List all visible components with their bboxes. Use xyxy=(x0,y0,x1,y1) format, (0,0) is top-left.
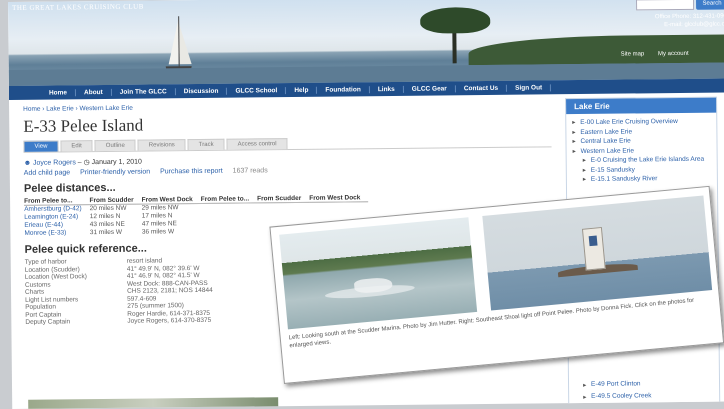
ref-value: Joyce Rogers, 614-370-8375 xyxy=(127,316,212,325)
page-title: E-33 Pelee Island xyxy=(23,115,144,136)
sidebar-item-sandusky-river[interactable]: E-15.1 Sandusky River xyxy=(591,174,711,185)
destination-link[interactable]: Monroe (E-33) xyxy=(24,229,90,238)
site-header: THE GREAT LAKES CRUISING CLUB Search Off… xyxy=(8,0,724,86)
nav-links[interactable]: Links xyxy=(369,85,404,93)
my-account-link[interactable]: My account xyxy=(658,51,689,57)
tab-track[interactable]: Track xyxy=(187,138,225,151)
user-icon: ☻ xyxy=(23,159,32,167)
column-header: From Scudder xyxy=(257,194,310,203)
nav-discussion[interactable]: Discussion xyxy=(175,87,228,95)
author-name[interactable]: Joyce Rogers xyxy=(33,159,76,166)
column-header: From Scudder xyxy=(89,196,142,205)
column-header: From Pelee to... xyxy=(200,195,258,204)
lighthouse-image xyxy=(581,226,606,271)
tab-access-control[interactable]: Access control xyxy=(226,138,288,150)
column-header: From West Dock xyxy=(141,195,201,205)
search-input[interactable] xyxy=(636,0,695,11)
tab-revisions[interactable]: Revisions xyxy=(137,139,186,151)
nav-gear[interactable]: GLCC Gear xyxy=(403,84,456,93)
read-count: 1637 reads xyxy=(232,167,268,175)
distances-heading: Pelee distances... xyxy=(23,181,116,195)
lighthouse-photo[interactable] xyxy=(482,195,713,311)
scudder-marina-photo[interactable] xyxy=(279,217,478,330)
header-links: Site map My account xyxy=(609,51,689,58)
nav-school[interactable]: GLCC School xyxy=(227,86,287,95)
sidebar-menu: E-00 Lake Erie Cruising Overview Eastern… xyxy=(566,113,717,185)
table-cell: 36 miles W xyxy=(141,228,175,236)
sailboat-sail xyxy=(179,24,192,65)
sailboat-image xyxy=(168,20,179,65)
sidebar-item-port-clinton[interactable]: E-49 Port Clinton xyxy=(591,380,711,388)
site-map-link[interactable]: Site map xyxy=(621,51,645,57)
nav-about[interactable]: About xyxy=(75,88,112,96)
nav-join[interactable]: Join The GLCC xyxy=(111,87,176,96)
nav-foundation[interactable]: Foundation xyxy=(317,85,370,94)
nav-sign-out[interactable]: Sign Out xyxy=(507,83,552,92)
nav-help[interactable]: Help xyxy=(286,86,318,94)
tab-edit[interactable]: Edit xyxy=(60,140,93,152)
reference-table: Type of harbor resort island Location (Sc… xyxy=(25,256,253,326)
clock-icon: ◷ xyxy=(83,159,90,167)
lighthouse-window xyxy=(588,235,598,247)
sidebar-item-cooley-creek[interactable]: E-49.5 Cooley Creek xyxy=(591,392,711,400)
tab-outline[interactable]: Outline xyxy=(94,139,136,152)
office-contact: Office Phone: 312-431-0904 E-mail: glccl… xyxy=(644,12,724,29)
tree-image xyxy=(420,6,491,34)
destination-link[interactable]: Amherstburg (D-42) xyxy=(24,205,90,214)
nav-contact[interactable]: Contact Us xyxy=(455,84,508,92)
office-email[interactable]: E-mail: glcclub@glcc.org xyxy=(644,20,724,29)
nav-home[interactable]: Home xyxy=(40,88,77,97)
shoreline-image xyxy=(468,34,724,66)
bottom-photo-strip xyxy=(28,397,279,409)
sidebar-title: Lake Erie xyxy=(566,97,717,115)
tab-bar: View Edit Outline Revisions Track Access… xyxy=(23,135,552,153)
search-button[interactable]: Search xyxy=(696,0,724,10)
add-child-link[interactable]: Add child page xyxy=(24,169,70,176)
column-header: From West Dock xyxy=(309,194,369,203)
site-name[interactable]: THE GREAT LAKES CRUISING CLUB xyxy=(12,3,144,12)
table-row: Deputy Captain Joyce Rogers, 614-370-8375 xyxy=(25,316,253,326)
purchase-report-link[interactable]: Purchase this report xyxy=(160,168,223,176)
breadcrumb[interactable]: Home › Lake Erie › Western Lake Erie xyxy=(23,100,551,113)
ref-label: Deputy Captain xyxy=(25,318,71,326)
table-cell: 31 miles W xyxy=(89,228,123,237)
node-actions: Add child page Printer-friendly version … xyxy=(24,164,552,177)
post-date: January 1, 2010 xyxy=(91,158,142,167)
tab-view[interactable]: View xyxy=(23,140,59,152)
printer-friendly-link[interactable]: Printer-friendly version xyxy=(80,169,150,177)
